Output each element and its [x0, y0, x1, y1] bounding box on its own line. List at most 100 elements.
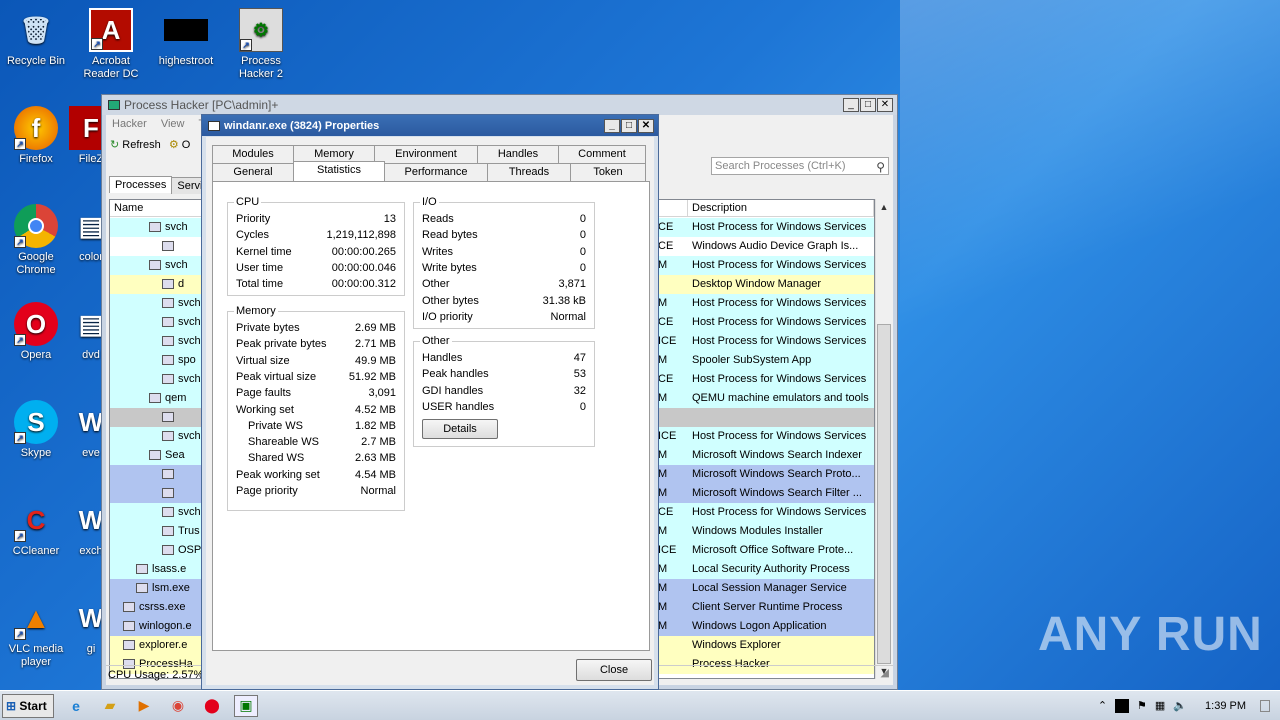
- taskbar-opera[interactable]: ⬤: [200, 695, 224, 717]
- resize-grip-icon[interactable]: ◢: [881, 664, 889, 683]
- tab-processes[interactable]: Processes: [109, 176, 173, 193]
- tab-modules[interactable]: Modules: [212, 145, 294, 163]
- process-icon: [162, 469, 174, 480]
- desktop-icon-highestroot[interactable]: highestroot: [150, 8, 222, 68]
- memory-stat-row: Peak private bytes 2.71 MB: [236, 336, 396, 352]
- menu-hacker[interactable]: Hacker: [112, 118, 147, 130]
- tab-general[interactable]: General: [212, 163, 294, 181]
- stat-label: Page priority: [236, 485, 298, 497]
- stat-value: Normal: [550, 310, 586, 323]
- action-center-flag-icon[interactable]: ⚑: [1137, 699, 1147, 712]
- menu-view[interactable]: View: [161, 118, 185, 130]
- stat-label: Private WS: [248, 419, 304, 432]
- tab-comment[interactable]: Comment: [558, 145, 646, 163]
- desktop-icon-acrobat[interactable]: A ↗ Acrobat Reader DC: [75, 8, 147, 81]
- ccleaner-icon: C ↗: [14, 498, 58, 542]
- memory-stat-row: Shareable WS 2.7 MB: [236, 434, 396, 450]
- scroll-up-icon[interactable]: ▲: [876, 199, 892, 215]
- options-button[interactable]: ⚙ O: [169, 138, 191, 151]
- taskbar-process-hacker[interactable]: ▣: [234, 694, 258, 717]
- process-description: Microsoft Windows Search Filter ...: [692, 487, 862, 499]
- process-description: Host Process for Windows Services: [692, 506, 867, 518]
- stat-value: 2.63 MB: [355, 452, 396, 465]
- desktop-icon-ccleaner[interactable]: C ↗ CCleaner: [0, 498, 72, 558]
- start-button[interactable]: ⊞ Start: [2, 693, 54, 718]
- stat-label: Other bytes: [422, 294, 479, 307]
- memory-stat-row: Page faults 3,091: [236, 385, 396, 401]
- tray-app-icon[interactable]: [1115, 698, 1130, 713]
- process-list-scrollbar[interactable]: ▲ ▼: [875, 199, 891, 679]
- memory-stat-row: Shared WS 2.63 MB: [236, 450, 396, 466]
- maximize-button[interactable]: □: [860, 98, 876, 112]
- stat-label: Read bytes: [422, 229, 478, 242]
- io-stat-row: Write bytes 0: [422, 260, 586, 276]
- tab-handles[interactable]: Handles: [477, 145, 559, 163]
- app-icon: [108, 100, 120, 110]
- scrollbar-thumb[interactable]: [877, 324, 891, 664]
- column-description[interactable]: Description: [688, 200, 874, 216]
- cpu-stat-row: Priority 13: [236, 211, 396, 227]
- minimize-button[interactable]: _: [604, 118, 620, 133]
- desktop-icon-vlc[interactable]: ▲ ↗ VLC media player: [0, 596, 72, 669]
- desktop-icon-skype[interactable]: S ↗ Skype: [0, 400, 72, 460]
- watermark: ANY RUN: [1038, 608, 1263, 661]
- process-verification: M: [658, 620, 668, 632]
- properties-titlebar[interactable]: windanr.exe (3824) Properties _ □ ✕: [202, 115, 658, 136]
- tab-performance[interactable]: Performance: [384, 163, 488, 181]
- main-titlebar[interactable]: Process Hacker [PC\admin]+ _ □ ✕: [102, 95, 897, 115]
- stat-label: Writes: [422, 245, 453, 258]
- desktop-icon-opera[interactable]: O ↗ Opera: [0, 302, 72, 362]
- desktop-icon-chrome[interactable]: ↗ Google Chrome: [0, 204, 72, 277]
- minimize-button[interactable]: _: [843, 98, 859, 112]
- process-description: Windows Explorer: [692, 639, 781, 651]
- stat-value: 53: [573, 368, 586, 381]
- taskbar-explorer[interactable]: ▰: [98, 695, 122, 717]
- tray-expand-icon[interactable]: ⌃: [1098, 699, 1107, 712]
- close-button[interactable]: ✕: [638, 118, 654, 133]
- taskbar-chrome[interactable]: ◉: [166, 695, 190, 717]
- process-icon: [136, 583, 148, 594]
- desktop-icon-process-hacker[interactable]: ⚙ ↗ Process Hacker 2: [225, 8, 297, 81]
- show-desktop-icon[interactable]: [1260, 699, 1270, 712]
- tab-threads[interactable]: Threads: [487, 163, 571, 181]
- column-mid[interactable]: [658, 200, 688, 216]
- clock[interactable]: 1:39 PM: [1205, 700, 1246, 712]
- maximize-button[interactable]: □: [621, 118, 637, 133]
- stat-value: 13: [383, 213, 396, 225]
- taskbar-ie[interactable]: e: [64, 695, 88, 717]
- io-stat-row: Other bytes 31.38 kB: [422, 293, 586, 309]
- column-name[interactable]: Name: [110, 200, 202, 216]
- refresh-button[interactable]: ↻ Refresh: [110, 138, 161, 151]
- network-icon[interactable]: ▦: [1155, 699, 1165, 712]
- opera-icon: O ↗: [14, 302, 58, 346]
- windows-logo-icon: ⊞: [6, 698, 17, 713]
- io-group: I/O Reads 0 Read bytes 0 Writes 0 Write bytes 0…: [413, 196, 595, 329]
- process-verification: CE: [658, 221, 674, 233]
- volume-icon[interactable]: 🔈: [1173, 699, 1187, 712]
- close-dialog-button[interactable]: Close: [576, 659, 652, 681]
- details-button[interactable]: Details: [422, 419, 498, 439]
- tab-environment[interactable]: Environment: [374, 145, 478, 163]
- refresh-icon: ↻: [110, 138, 120, 151]
- process-name: svch: [110, 332, 202, 351]
- io-stat-row: Other 3,871: [422, 276, 586, 292]
- close-button[interactable]: ✕: [877, 98, 893, 112]
- memory-group-title: Memory: [234, 305, 278, 317]
- properties-dialog[interactable]: windanr.exe (3824) Properties _ □ ✕ Modu…: [201, 114, 659, 690]
- search-input[interactable]: Search Processes (Ctrl+K) ⚲: [711, 157, 889, 175]
- process-description: Host Process for Windows Services: [692, 373, 867, 385]
- process-icon: [162, 374, 174, 385]
- desktop-icon-firefox[interactable]: f ↗ Firefox: [0, 106, 72, 166]
- desktop-icon-recycle-bin[interactable]: 🗑 Recycle Bin: [0, 8, 72, 68]
- process-name: d: [110, 275, 202, 294]
- cpu-usage: CPU Usage: 2.57%: [108, 669, 204, 681]
- memory-stat-row: Virtual size 49.9 MB: [236, 353, 396, 369]
- process-icon: [123, 621, 135, 632]
- tab-token[interactable]: Token: [570, 163, 646, 181]
- taskbar-media-player[interactable]: ▶: [132, 695, 156, 717]
- internet-explorer-icon: e: [72, 697, 80, 714]
- process-name: lsass.e: [110, 560, 202, 579]
- stat-value: 00:00:00.265: [331, 245, 396, 258]
- properties-title: windanr.exe (3824) Properties: [224, 119, 380, 132]
- tab-statistics[interactable]: Statistics: [293, 161, 385, 181]
